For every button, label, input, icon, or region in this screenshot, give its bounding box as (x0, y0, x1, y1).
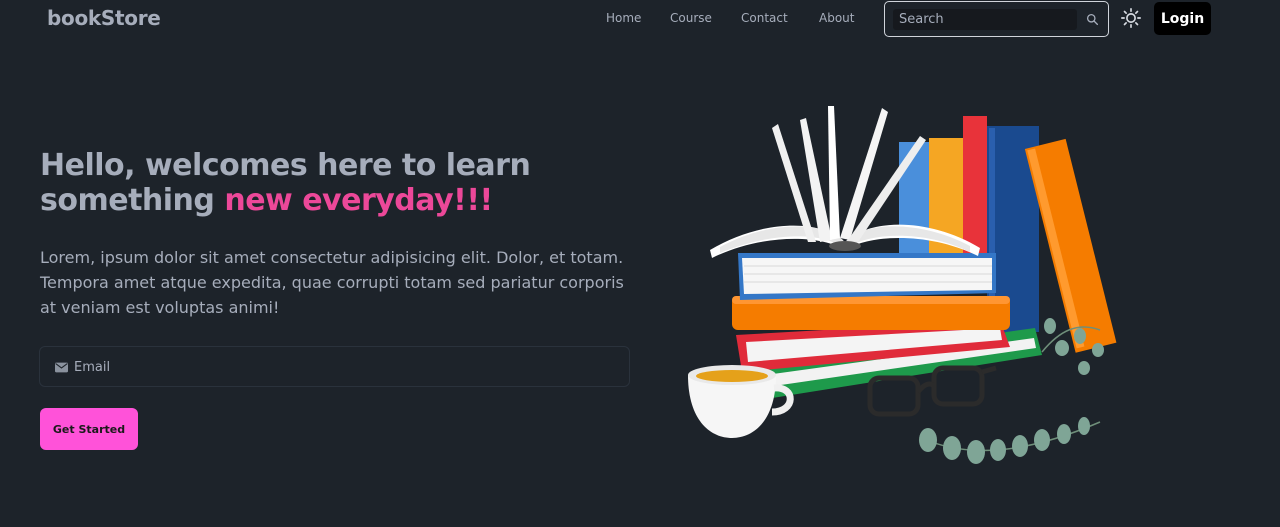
search-icon[interactable] (1086, 13, 1099, 26)
get-started-button[interactable]: Get Started (40, 408, 138, 450)
navbar: bookStore Home Course Contact About Logi… (0, 0, 1280, 37)
login-button[interactable]: Login (1154, 2, 1211, 35)
nav-link-course[interactable]: Course (670, 11, 712, 25)
hero-title-line1: Hello, welcomes here to learn (40, 148, 531, 183)
nav-link-contact[interactable]: Contact (741, 11, 788, 25)
hero-title-line2-prefix: something (40, 183, 225, 218)
mail-icon (55, 362, 68, 373)
search-input[interactable] (893, 9, 1077, 30)
hero-title-accent: new everyday!!! (224, 183, 493, 218)
hero-title: Hello, welcomes here to learn something … (40, 148, 640, 218)
logo[interactable]: bookStore (47, 6, 161, 30)
books-illustration (688, 106, 1117, 464)
email-input[interactable] (74, 355, 614, 379)
nav-link-home[interactable]: Home (606, 11, 641, 25)
nav-link-about[interactable]: About (819, 11, 854, 25)
search-box (884, 1, 1109, 37)
sun-icon[interactable] (1120, 7, 1142, 29)
hero-description: Lorem, ipsum dolor sit amet consectetur … (40, 248, 624, 317)
email-field (39, 346, 630, 387)
